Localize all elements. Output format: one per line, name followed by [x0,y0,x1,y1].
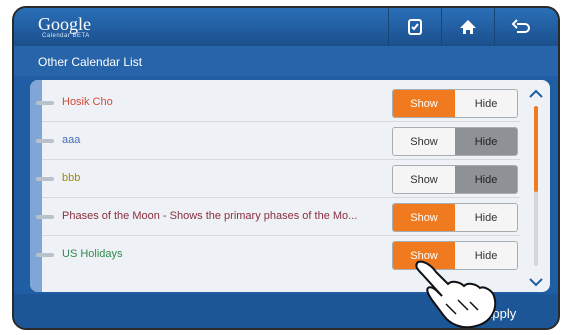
hide-button[interactable]: Hide [455,128,517,155]
back-button[interactable] [494,8,547,46]
show-hide-toggle: Show Hide [392,165,518,194]
panel-accent [30,80,42,292]
show-hide-toggle: Show Hide [392,89,518,118]
pointing-hand-icon [415,260,497,328]
list-item: bbb Show Hide [36,160,520,198]
row-bullet [36,253,54,257]
calendar-name: bbb [62,172,81,184]
show-button[interactable]: Show [393,90,455,117]
page-title: Other Calendar List [38,55,143,69]
show-button[interactable]: Show [393,204,455,231]
calendar-name: US Holidays [62,248,123,260]
row-bullet [36,215,54,219]
list-item: Hosik Cho Show Hide [36,84,520,122]
hide-button[interactable]: Hide [455,166,517,193]
list-item: Phases of the Moon - Shows the primary p… [36,198,520,236]
row-bullet [36,139,54,143]
row-bullet [36,177,54,181]
show-button[interactable]: Show [393,128,455,155]
calendar-name: Phases of the Moon - Shows the primary p… [62,210,358,222]
device-frame: Google Calendar BETA Other Calendar List [12,6,560,330]
hide-button[interactable]: Hide [455,204,517,231]
calendar-check-icon [408,19,422,35]
row-bullet [36,101,54,105]
list-item: aaa Show Hide [36,122,520,160]
google-logo: Google [38,14,91,34]
show-hide-toggle: Show Hide [392,127,518,156]
home-icon [460,20,476,34]
scroll-thumb[interactable] [534,106,538,192]
scroll-up-icon[interactable] [528,88,544,100]
calendar-button[interactable] [388,8,441,46]
scroll-down-icon[interactable] [528,276,544,288]
home-button[interactable] [441,8,494,46]
logo-subtext: Calendar BETA [42,33,90,39]
show-hide-toggle: Show Hide [392,203,518,232]
back-arrow-icon [511,19,530,33]
show-button[interactable]: Show [393,166,455,193]
calendar-name: Hosik Cho [62,96,113,108]
calendar-name: aaa [62,134,81,146]
hide-button[interactable]: Hide [455,90,517,117]
top-bar: Google Calendar BETA [14,8,558,46]
